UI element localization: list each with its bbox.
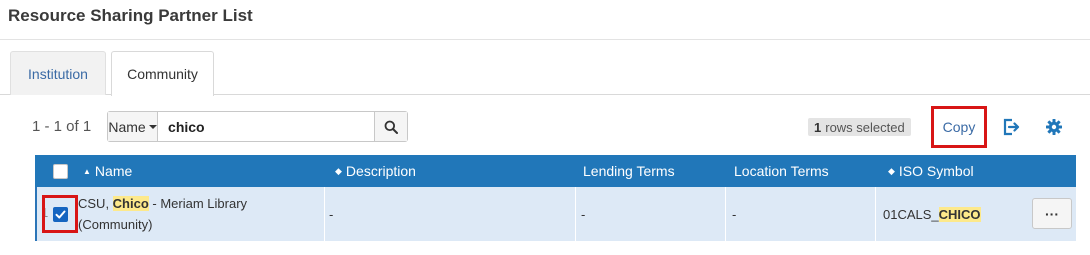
search-highlight: CHICO xyxy=(938,206,981,222)
tab-bar: Institution Community xyxy=(0,50,1090,96)
table-row[interactable]: 1 CSU, Chico - Meriam Library (Community… xyxy=(35,187,1076,241)
search-input[interactable] xyxy=(158,112,375,141)
column-header-location-terms[interactable]: Location Terms xyxy=(734,155,829,187)
column-divider xyxy=(575,187,576,241)
select-all-checkbox[interactable] xyxy=(53,164,68,179)
page-header: Resource Sharing Partner List xyxy=(0,0,1090,40)
tab-institution[interactable]: Institution xyxy=(10,51,106,95)
rows-selected-badge: 1 rows selected xyxy=(808,118,911,136)
column-header-iso-symbol[interactable]: ◆ ISO Symbol xyxy=(888,155,974,187)
search-field-dropdown[interactable]: Name xyxy=(108,112,159,141)
page-title: Resource Sharing Partner List xyxy=(8,6,253,25)
checkbox-annotation-box xyxy=(42,195,78,233)
search-highlight: Chico xyxy=(112,196,149,211)
partner-table: ▲ Name ◆ Description Lending Terms Locat… xyxy=(35,155,1076,241)
cell-iso-symbol: 01CALS_ CHICO xyxy=(883,187,981,241)
column-header-name[interactable]: ▲ Name xyxy=(83,155,132,187)
cell-description: - xyxy=(329,206,334,222)
name-prefix: CSU, xyxy=(78,196,113,211)
column-label: Lending Terms xyxy=(583,163,675,179)
results-count: 1 - 1 of 1 xyxy=(32,118,92,135)
rows-selected-label: rows selected xyxy=(825,119,905,135)
copy-button[interactable]: Copy xyxy=(943,119,976,135)
column-label: ISO Symbol xyxy=(898,163,974,179)
name-suffix: - Meriam Library xyxy=(148,196,248,211)
cell-name: CSU, Chico - Meriam Library (Community) xyxy=(78,187,326,241)
column-divider xyxy=(324,187,325,241)
sort-both-icon: ◆ xyxy=(335,165,342,176)
column-label: Description xyxy=(345,163,416,179)
caret-down-icon xyxy=(148,124,157,129)
search-button[interactable] xyxy=(374,112,407,141)
column-label: Location Terms xyxy=(734,163,829,179)
rows-selected-count: 1 xyxy=(814,119,822,135)
column-header-lending-terms[interactable]: Lending Terms xyxy=(583,155,675,187)
column-divider xyxy=(725,187,726,241)
search-field-label: Name xyxy=(108,118,146,135)
name-line2: (Community) xyxy=(78,217,153,232)
row-actions-button[interactable]: ··· xyxy=(1032,198,1072,229)
table-header: ▲ Name ◆ Description Lending Terms Locat… xyxy=(35,155,1076,187)
row-checkbox[interactable] xyxy=(52,206,68,222)
tab-community[interactable]: Community xyxy=(111,51,214,96)
copy-annotation-box: Copy xyxy=(931,106,987,148)
search-icon xyxy=(384,120,399,134)
search-bar: Name xyxy=(107,111,408,142)
gear-icon[interactable] xyxy=(1044,117,1064,137)
cell-lending-terms: - xyxy=(581,206,586,222)
iso-prefix: 01CALS_ xyxy=(883,206,939,222)
cell-location-terms: - xyxy=(732,206,737,222)
column-header-description[interactable]: ◆ Description xyxy=(335,155,416,187)
column-label: Name xyxy=(94,163,133,179)
sort-asc-icon: ▲ xyxy=(83,166,91,176)
export-icon[interactable] xyxy=(1001,117,1021,137)
checkmark-icon xyxy=(55,210,65,218)
column-divider xyxy=(875,187,876,241)
sort-both-icon: ◆ xyxy=(888,165,895,176)
